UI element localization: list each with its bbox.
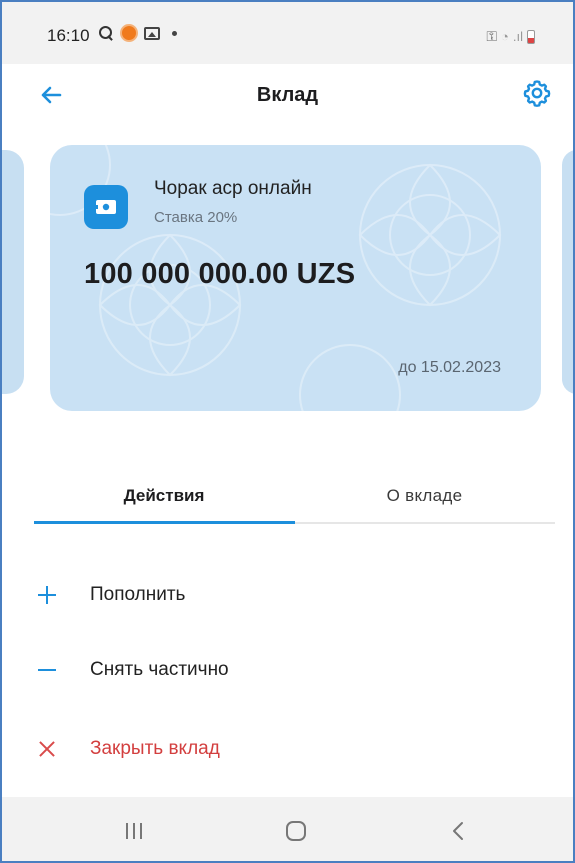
app-screen: 16:10 ⚿ ◔ .ıl Вклад Чорак аср онлайн Ста… [0,0,575,863]
system-navigation-bar [2,797,573,861]
close-deposit-action[interactable]: Закрыть вклад [36,729,536,769]
gear-icon[interactable] [522,78,552,108]
deposit-card[interactable]: Чорак аср онлайн Ставка 20% 100 000 000.… [50,145,541,411]
recent-apps-icon[interactable] [126,823,142,839]
wifi-icon: ◔ [501,29,509,44]
tab-bar: Действия О вкладе [34,476,555,524]
close-deposit-label: Закрыть вклад [90,738,220,759]
tab-actions[interactable]: Действия [34,486,294,506]
tab-about-deposit[interactable]: О вкладе [294,486,555,506]
close-icon [36,738,58,760]
battery-icon [527,29,535,44]
notification-icons [98,24,177,42]
previous-card-peek[interactable] [2,150,24,394]
plus-icon [36,584,58,606]
deposit-amount: 100 000 000.00 UZS [84,258,356,290]
wallet-icon [84,185,128,229]
page-title: Вклад [256,84,319,106]
signal-icon: .ıl [512,29,523,44]
key-icon: ⚿ [486,28,498,44]
top-up-action[interactable]: Пополнить [36,575,536,615]
top-up-label: Пополнить [90,584,186,605]
gallery-icon [144,26,160,40]
status-time: 16:10 [47,26,90,45]
status-bar: 16:10 ⚿ ◔ .ıl [2,2,573,64]
top-app-bar: Вклад [2,64,573,132]
deposit-end-date: до 15.02.2023 [398,359,501,376]
active-tab-indicator [34,521,295,524]
back-nav-icon[interactable] [452,821,464,841]
minus-icon [36,659,58,681]
partial-withdraw-action[interactable]: Снять частично [36,650,536,690]
partial-withdraw-label: Снять частично [90,659,229,680]
home-icon[interactable] [286,821,306,841]
deposit-name: Чорак аср онлайн [154,178,312,199]
system-icons: ⚿ ◔ .ıl [486,28,535,45]
next-card-peek[interactable] [562,150,573,394]
more-notifications-icon [172,30,177,36]
search-icon [98,25,114,41]
app-notification-icon [120,24,138,42]
deposit-rate: Ставка 20% [154,209,238,226]
